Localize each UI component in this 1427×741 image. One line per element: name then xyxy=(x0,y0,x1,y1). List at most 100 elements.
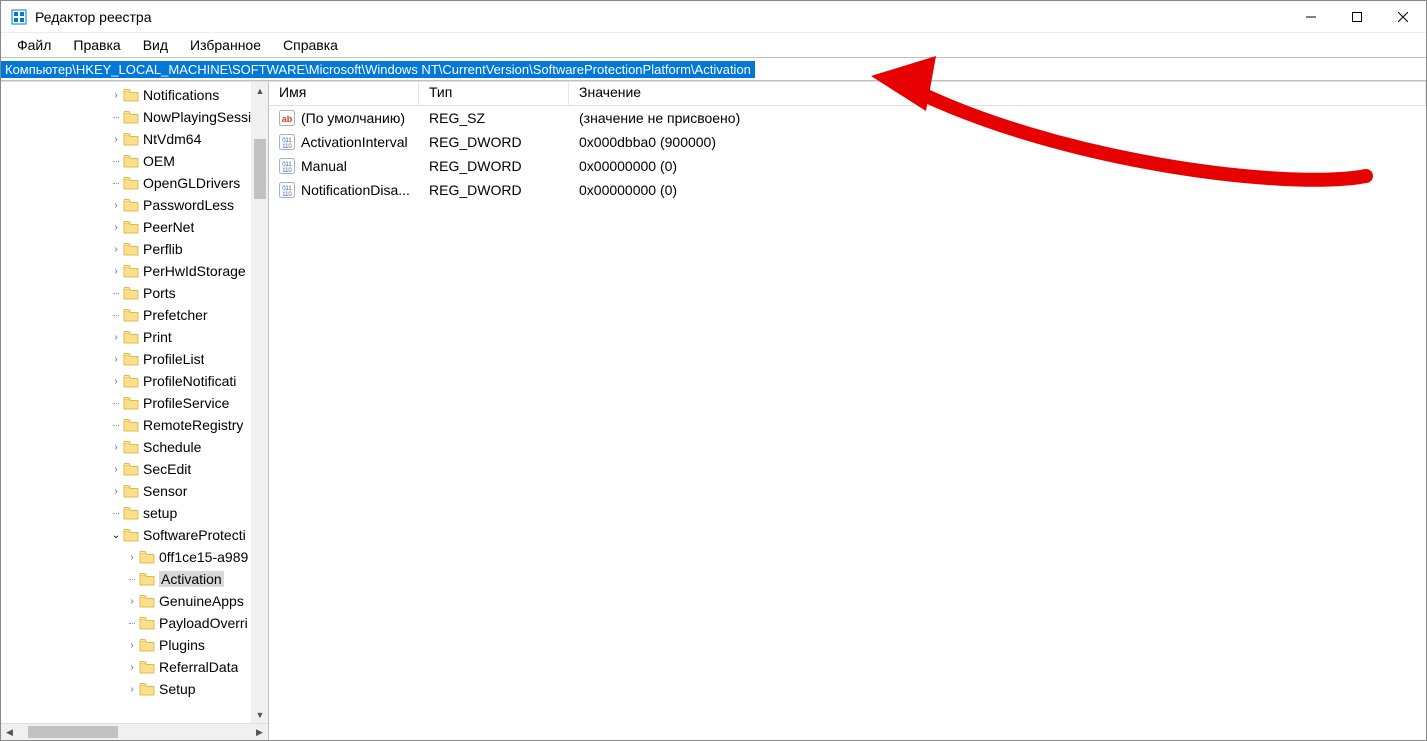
scroll-down-icon[interactable]: ▼ xyxy=(252,706,268,723)
tree-item[interactable]: ⌄SoftwareProtecti xyxy=(1,524,268,546)
scroll-thumb[interactable] xyxy=(28,726,118,738)
tree-item[interactable]: ›ReferralData xyxy=(1,656,268,678)
tree-item[interactable]: ›GenuineApps xyxy=(1,590,268,612)
tree-item-label: Activation xyxy=(159,571,224,587)
chevron-right-icon[interactable]: › xyxy=(109,354,123,365)
main-split: › Notifications NowPlayingSessi›NtVdm64OEM… xyxy=(1,81,1426,740)
column-data[interactable]: Значение xyxy=(569,82,1426,105)
chevron-right-icon[interactable]: › xyxy=(125,662,139,673)
column-type[interactable]: Тип xyxy=(419,82,569,105)
menu-help[interactable]: Справка xyxy=(273,35,348,55)
value-name: NotificationDisa... xyxy=(301,182,410,198)
tree-item[interactable]: ›PerHwIdStorage xyxy=(1,260,268,282)
scroll-thumb[interactable] xyxy=(254,139,266,199)
address-bar[interactable]: Компьютер\HKEY_LOCAL_MACHINE\SOFTWARE\Mi… xyxy=(1,57,1426,81)
tree-item[interactable]: NowPlayingSessi xyxy=(1,106,268,128)
tree-item[interactable]: Activation xyxy=(1,568,268,590)
value-data: 0x00000000 (0) xyxy=(569,182,1426,198)
close-button[interactable] xyxy=(1380,1,1426,33)
value-row[interactable]: 011110ManualREG_DWORD0x00000000 (0) xyxy=(269,154,1426,178)
tree-item[interactable]: › Sensor xyxy=(1,480,268,502)
tree-item-label: Prefetcher xyxy=(143,307,208,323)
chevron-right-icon[interactable]: › xyxy=(125,684,139,695)
svg-text:ab: ab xyxy=(282,114,293,124)
values-list[interactable]: ab(По умолчанию)REG_SZ(значение не присв… xyxy=(269,106,1426,202)
chevron-right-icon[interactable]: › xyxy=(109,244,123,255)
chevron-right-icon[interactable]: › xyxy=(109,266,123,277)
chevron-right-icon[interactable]: › xyxy=(109,90,123,101)
chevron-right-icon[interactable]: › xyxy=(109,464,123,475)
chevron-right-icon[interactable]: › xyxy=(109,332,123,343)
minimize-button[interactable] xyxy=(1288,1,1334,33)
tree-item-label: Plugins xyxy=(159,637,205,653)
tree-horizontal-scrollbar[interactable]: ◀ ▶ xyxy=(1,723,268,740)
svg-text:110: 110 xyxy=(282,168,292,174)
tree-item-label: Sensor xyxy=(143,483,187,499)
tree-item[interactable]: ›Schedule xyxy=(1,436,268,458)
tree-item-label: Notifications xyxy=(143,87,219,103)
tree-item[interactable]: › Setup xyxy=(1,678,268,700)
chevron-right-icon[interactable]: › xyxy=(109,134,123,145)
chevron-down-icon[interactable]: ⌄ xyxy=(109,530,123,541)
tree-view[interactable]: › Notifications NowPlayingSessi›NtVdm64OEM… xyxy=(1,82,268,723)
chevron-right-icon[interactable]: › xyxy=(109,442,123,453)
value-name: (По умолчанию) xyxy=(301,110,405,126)
tree-item[interactable]: PayloadOverri xyxy=(1,612,268,634)
menu-file[interactable]: Файл xyxy=(7,35,61,55)
svg-text:110: 110 xyxy=(282,192,292,198)
address-path[interactable]: Компьютер\HKEY_LOCAL_MACHINE\SOFTWARE\Mi… xyxy=(1,61,755,78)
chevron-right-icon[interactable]: › xyxy=(109,376,123,387)
value-row[interactable]: 011110ActivationIntervalREG_DWORD0x000db… xyxy=(269,130,1426,154)
tree-item[interactable]: ProfileService xyxy=(1,392,268,414)
value-data: (значение не присвоено) xyxy=(569,110,1426,126)
tree-item-label: Setup xyxy=(159,681,196,697)
tree-item[interactable]: › PasswordLess xyxy=(1,194,268,216)
tree-item[interactable]: Ports xyxy=(1,282,268,304)
folder-icon xyxy=(123,396,139,410)
tree-item[interactable]: › Notifications xyxy=(1,84,268,106)
tree-item[interactable]: ›0ff1ce15-a989 xyxy=(1,546,268,568)
folder-icon xyxy=(123,484,139,498)
tree-vertical-scrollbar[interactable]: ▲ ▼ xyxy=(251,82,268,723)
scroll-up-icon[interactable]: ▲ xyxy=(252,82,268,99)
tree-item[interactable]: RemoteRegistry xyxy=(1,414,268,436)
tree-item-label: PasswordLess xyxy=(143,197,234,213)
tree-item-label: Ports xyxy=(143,285,176,301)
tree-item[interactable]: ›PeerNet xyxy=(1,216,268,238)
chevron-right-icon[interactable]: › xyxy=(109,200,123,211)
folder-icon xyxy=(123,330,139,344)
app-icon xyxy=(11,9,27,25)
tree-item[interactable]: ›Print xyxy=(1,326,268,348)
value-row[interactable]: 011110NotificationDisa...REG_DWORD0x0000… xyxy=(269,178,1426,202)
tree-item[interactable]: ›ProfileList xyxy=(1,348,268,370)
tree-item[interactable]: OEM xyxy=(1,150,268,172)
values-pane: Имя Тип Значение ab(По умолчанию)REG_SZ(… xyxy=(269,82,1426,740)
tree-item[interactable]: › ProfileNotificati xyxy=(1,370,268,392)
chevron-right-icon[interactable]: › xyxy=(125,596,139,607)
chevron-right-icon[interactable]: › xyxy=(109,222,123,233)
folder-icon xyxy=(123,220,139,234)
tree-item[interactable]: › Plugins xyxy=(1,634,268,656)
tree-item[interactable]: ›Perflib xyxy=(1,238,268,260)
folder-icon xyxy=(139,594,155,608)
maximize-button[interactable] xyxy=(1334,1,1380,33)
tree-item[interactable]: Prefetcher xyxy=(1,304,268,326)
menu-view[interactable]: Вид xyxy=(133,35,178,55)
column-name[interactable]: Имя xyxy=(269,82,419,105)
scroll-right-icon[interactable]: ▶ xyxy=(251,724,268,741)
chevron-right-icon[interactable]: › xyxy=(109,486,123,497)
chevron-right-icon[interactable]: › xyxy=(125,552,139,563)
scroll-track[interactable] xyxy=(252,99,268,706)
value-name: Manual xyxy=(301,158,347,174)
tree-item[interactable]: ›SecEdit xyxy=(1,458,268,480)
scroll-left-icon[interactable]: ◀ xyxy=(1,724,18,741)
tree-item-label: ProfileNotificati xyxy=(143,373,236,389)
tree-item[interactable]: OpenGLDrivers xyxy=(1,172,268,194)
tree-item[interactable]: setup xyxy=(1,502,268,524)
menu-edit[interactable]: Правка xyxy=(63,35,130,55)
chevron-right-icon[interactable]: › xyxy=(125,640,139,651)
value-row[interactable]: ab(По умолчанию)REG_SZ(значение не присв… xyxy=(269,106,1426,130)
menu-favorites[interactable]: Избранное xyxy=(180,35,271,55)
scroll-track[interactable] xyxy=(18,724,251,740)
tree-item[interactable]: ›NtVdm64 xyxy=(1,128,268,150)
